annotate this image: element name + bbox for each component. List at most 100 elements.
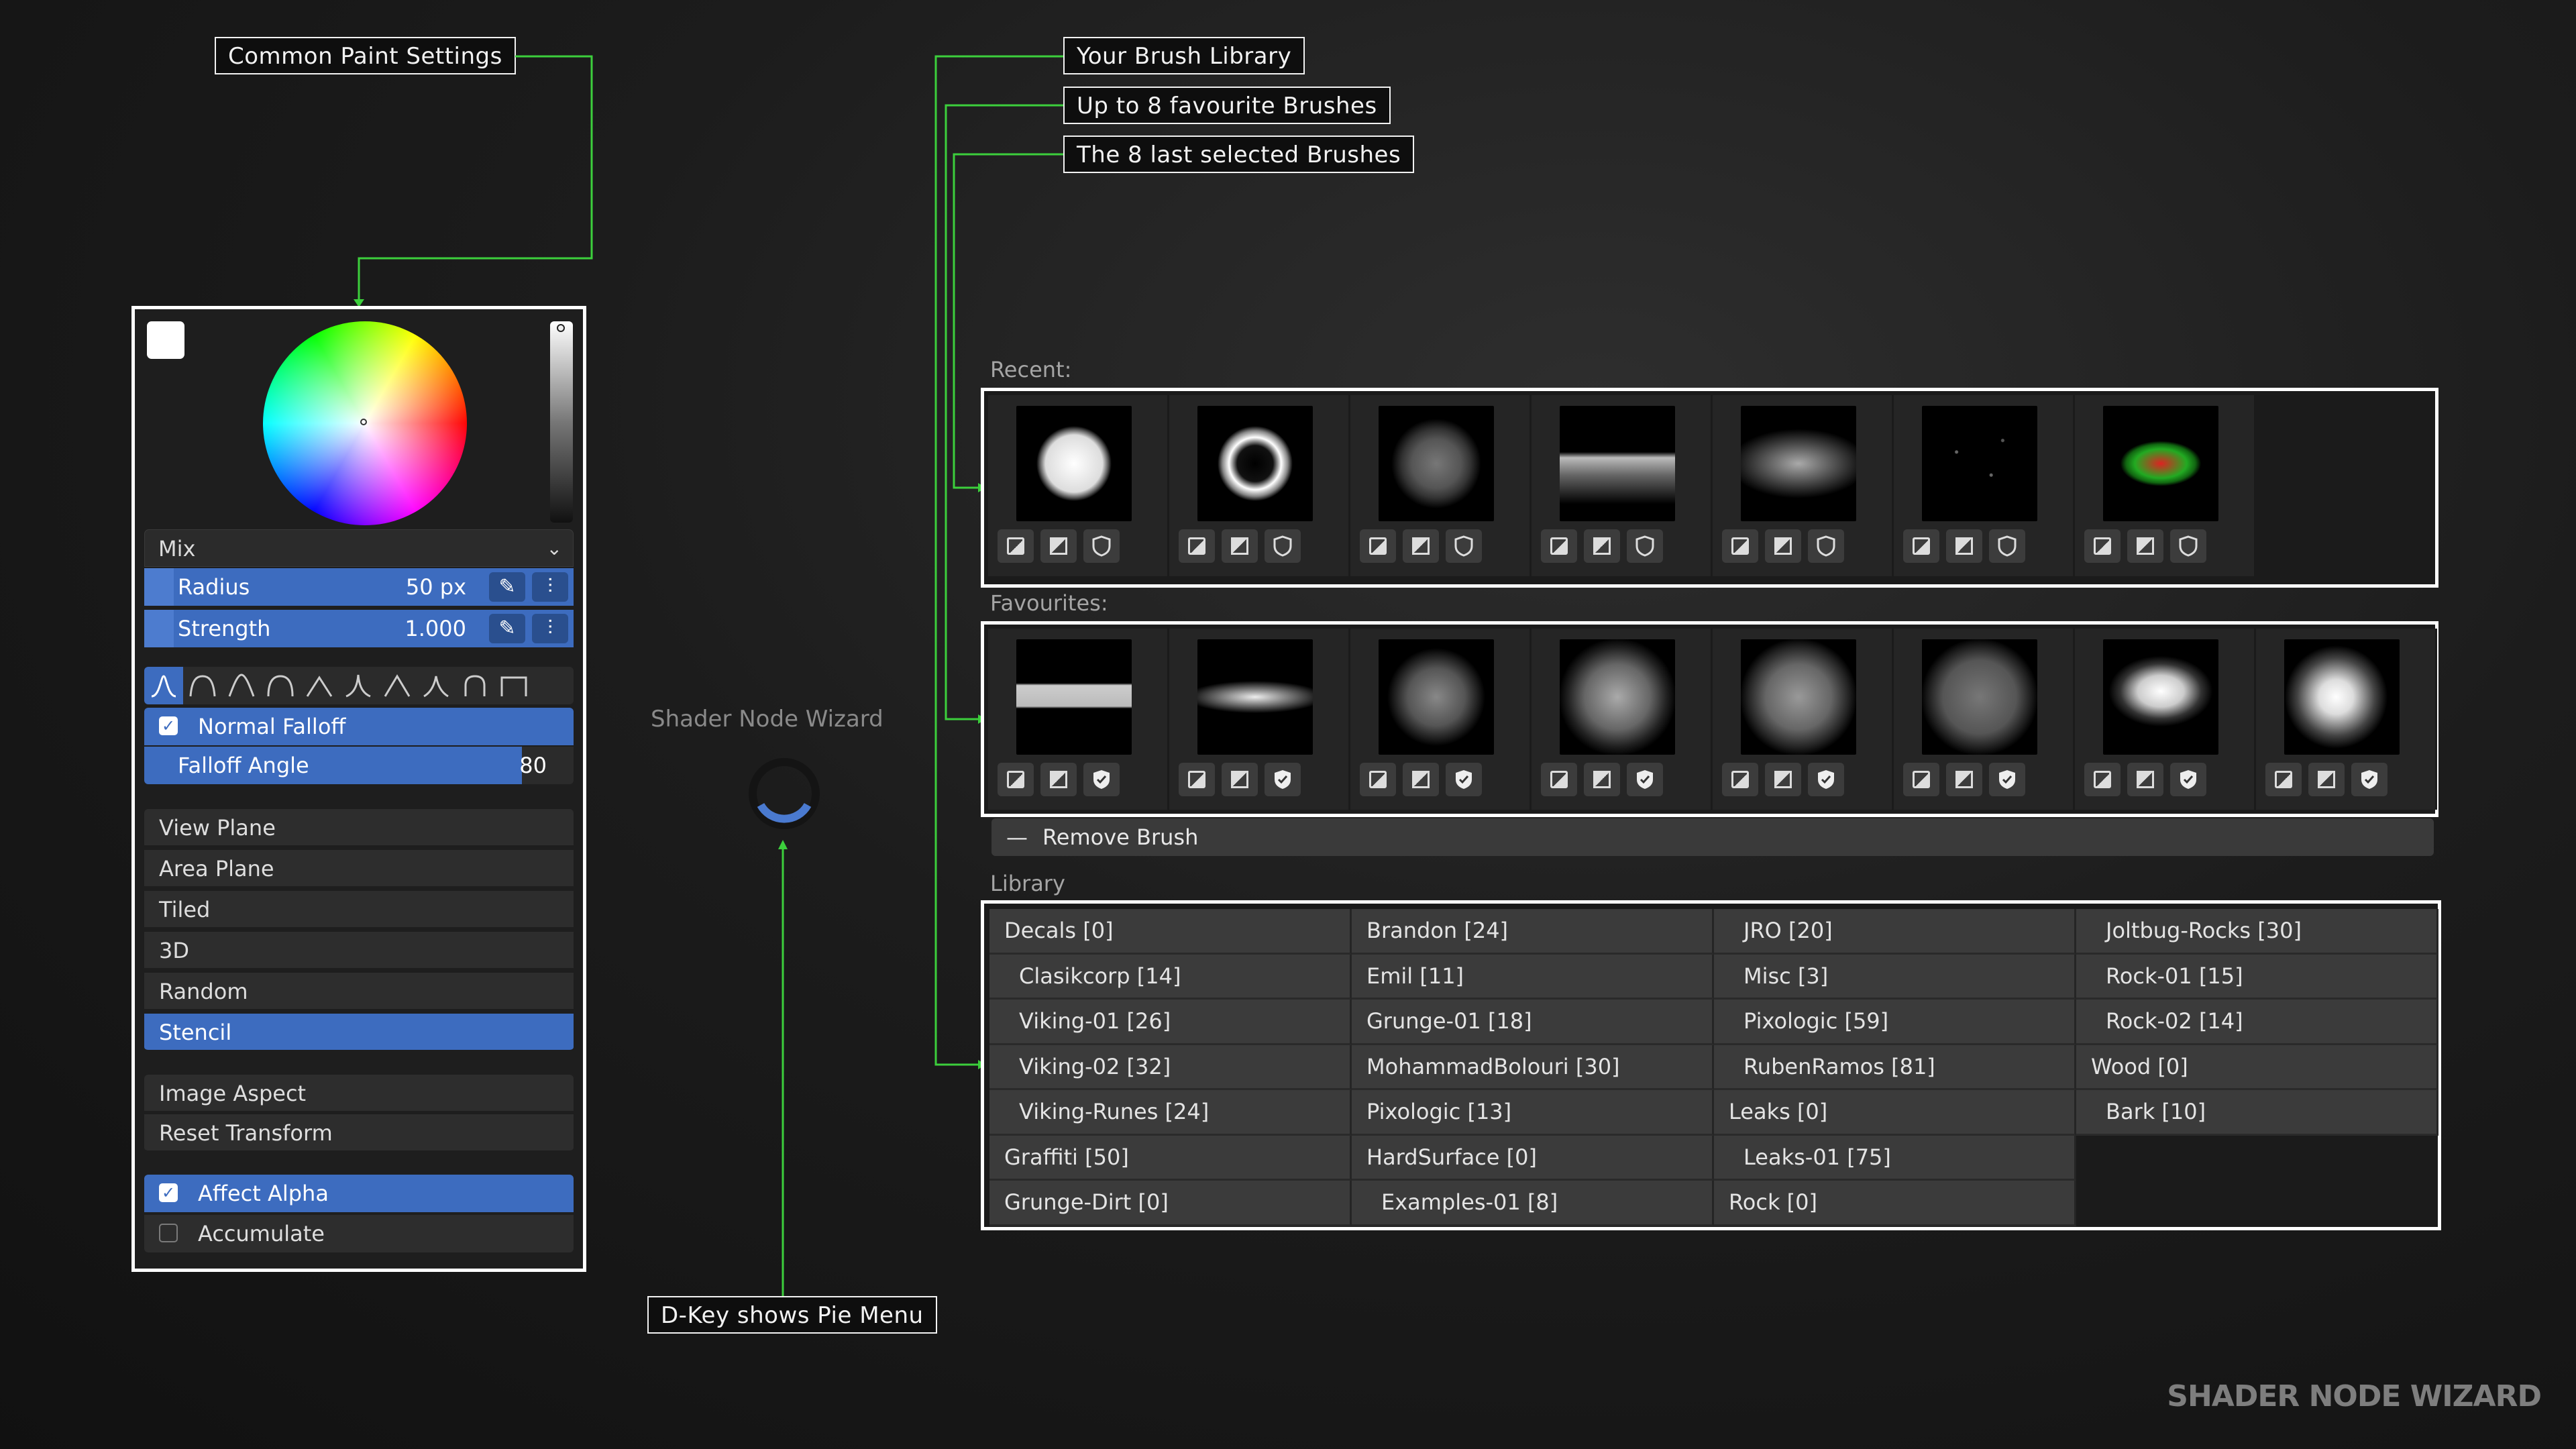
favourite-brush-tile[interactable]: [2075, 629, 2256, 810]
library-category[interactable]: Wood [0]: [2076, 1044, 2438, 1090]
image-icon[interactable]: [1360, 763, 1396, 796]
image-icon[interactable]: [1179, 529, 1215, 563]
remove-brush-button[interactable]: — Remove Brush: [991, 818, 2434, 856]
library-category[interactable]: Viking-Runes [24]: [989, 1090, 1352, 1136]
strength-field[interactable]: Strength 1.000 ✎ ⫶: [144, 610, 574, 647]
image-icon[interactable]: [1903, 529, 1939, 563]
curve-constant-peak-icon[interactable]: [417, 667, 455, 704]
shading-icon[interactable]: [1946, 529, 1982, 563]
mapping-view-plane[interactable]: View Plane: [144, 809, 574, 847]
image-icon[interactable]: [1179, 763, 1215, 796]
mapping-stencil[interactable]: Stencil: [144, 1014, 574, 1051]
favourite-brush-tile[interactable]: [2256, 629, 2437, 810]
library-category[interactable]: Leaks-01 [75]: [1714, 1135, 2076, 1181]
shading-icon[interactable]: [2127, 763, 2163, 796]
shading-icon[interactable]: [1765, 529, 1801, 563]
shield-icon[interactable]: [1627, 529, 1663, 563]
shading-icon[interactable]: [1765, 763, 1801, 796]
shield-check-icon[interactable]: [1265, 763, 1301, 796]
curve-inverse-icon[interactable]: [378, 667, 417, 704]
image-icon[interactable]: [2265, 763, 2302, 796]
radius-pressure-icon[interactable]: ✎: [489, 572, 525, 602]
shading-icon[interactable]: [1584, 763, 1620, 796]
accumulate-toggle[interactable]: Accumulate: [144, 1215, 574, 1252]
color-wheel-cursor[interactable]: [360, 419, 367, 425]
favourite-brush-tile[interactable]: [1532, 629, 1713, 810]
image-icon[interactable]: [2084, 763, 2121, 796]
image-icon[interactable]: [1360, 529, 1396, 563]
strength-unit-icon[interactable]: ⫶: [532, 614, 568, 643]
recent-brush-tile[interactable]: [988, 395, 1169, 576]
mapping-tiled[interactable]: Tiled: [144, 891, 574, 928]
favourite-brush-tile[interactable]: [1350, 629, 1532, 810]
strength-pressure-icon[interactable]: ✎: [489, 614, 525, 643]
mapping-3d[interactable]: 3D: [144, 932, 574, 969]
curve-smooth-icon[interactable]: [144, 667, 183, 704]
affect-alpha-toggle[interactable]: ✓ Affect Alpha: [144, 1175, 574, 1212]
library-category[interactable]: Clasikcorp [14]: [989, 954, 1352, 1000]
shield-icon[interactable]: [1446, 529, 1482, 563]
curve-constant-icon[interactable]: [494, 667, 533, 704]
curve-root-icon[interactable]: [222, 667, 261, 704]
library-category[interactable]: HardSurface [0]: [1352, 1135, 1714, 1181]
recent-brush-tile[interactable]: [1532, 395, 1713, 576]
shading-icon[interactable]: [1222, 529, 1258, 563]
image-aspect-button[interactable]: Image Aspect: [144, 1075, 574, 1112]
library-category[interactable]: Joltbug-Rocks [30]: [2076, 909, 2438, 955]
curve-sphere-icon[interactable]: [183, 667, 222, 704]
normal-falloff-checkbox[interactable]: ✓: [159, 716, 178, 735]
shield-check-icon[interactable]: [1808, 763, 1844, 796]
library-category[interactable]: Examples-01 [8]: [1352, 1181, 1714, 1226]
favourite-brush-tile[interactable]: [1169, 629, 1350, 810]
library-category[interactable]: Decals [0]: [989, 909, 1352, 955]
reset-transform-button[interactable]: Reset Transform: [144, 1114, 574, 1152]
library-category[interactable]: Grunge-Dirt [0]: [989, 1181, 1352, 1226]
library-category[interactable]: Emil [11]: [1352, 954, 1714, 1000]
blend-mode-dropdown[interactable]: Mix ⌄: [144, 529, 574, 567]
shield-check-icon[interactable]: [2351, 763, 2387, 796]
radius-field[interactable]: Radius 50 px ✎ ⫶: [144, 568, 574, 606]
image-icon[interactable]: [1541, 763, 1577, 796]
shading-icon[interactable]: [1040, 763, 1077, 796]
favourite-brush-tile[interactable]: [1713, 629, 1894, 810]
image-icon[interactable]: [1722, 763, 1758, 796]
radius-unit-icon[interactable]: ⫶: [532, 572, 568, 602]
image-icon[interactable]: [998, 763, 1034, 796]
library-category[interactable]: Pixologic [59]: [1714, 1000, 2076, 1045]
library-category[interactable]: Rock [0]: [1714, 1181, 2076, 1226]
curve-dome-icon[interactable]: [455, 667, 494, 704]
color-swatch[interactable]: [147, 321, 184, 359]
favourite-brush-tile[interactable]: [1894, 629, 2075, 810]
library-category[interactable]: MohammadBolouri [30]: [1352, 1044, 1714, 1090]
curve-linear-icon[interactable]: [300, 667, 339, 704]
shading-icon[interactable]: [1222, 763, 1258, 796]
shield-icon[interactable]: [1265, 529, 1301, 563]
image-icon[interactable]: [1903, 763, 1939, 796]
normal-falloff-toggle[interactable]: ✓ Normal Falloff: [144, 708, 574, 745]
recent-brush-tile[interactable]: [1894, 395, 2075, 576]
library-category[interactable]: Rock-01 [15]: [2076, 954, 2438, 1000]
shading-icon[interactable]: [1584, 529, 1620, 563]
accumulate-checkbox[interactable]: [159, 1224, 178, 1242]
image-icon[interactable]: [2084, 529, 2121, 563]
color-wheel[interactable]: [263, 321, 467, 525]
shield-icon[interactable]: [1083, 529, 1120, 563]
library-category[interactable]: Leaks [0]: [1714, 1090, 2076, 1136]
falloff-angle-field[interactable]: Falloff Angle 80: [144, 747, 574, 784]
shield-icon[interactable]: [2170, 529, 2206, 563]
mapping-area-plane[interactable]: Area Plane: [144, 850, 574, 888]
shading-icon[interactable]: [1403, 763, 1439, 796]
shading-icon[interactable]: [1040, 529, 1077, 563]
library-category[interactable]: RubenRamos [81]: [1714, 1044, 2076, 1090]
shield-check-icon[interactable]: [1989, 763, 2025, 796]
recent-brush-tile[interactable]: [2075, 395, 2256, 576]
affect-alpha-checkbox[interactable]: ✓: [159, 1183, 178, 1202]
value-slider[interactable]: [550, 321, 573, 523]
library-category[interactable]: Misc [3]: [1714, 954, 2076, 1000]
curve-sharp-icon[interactable]: [261, 667, 300, 704]
mapping-random[interactable]: Random: [144, 973, 574, 1010]
image-icon[interactable]: [1541, 529, 1577, 563]
recent-brush-tile[interactable]: [1713, 395, 1894, 576]
recent-brush-tile[interactable]: [1169, 395, 1350, 576]
image-icon[interactable]: [998, 529, 1034, 563]
